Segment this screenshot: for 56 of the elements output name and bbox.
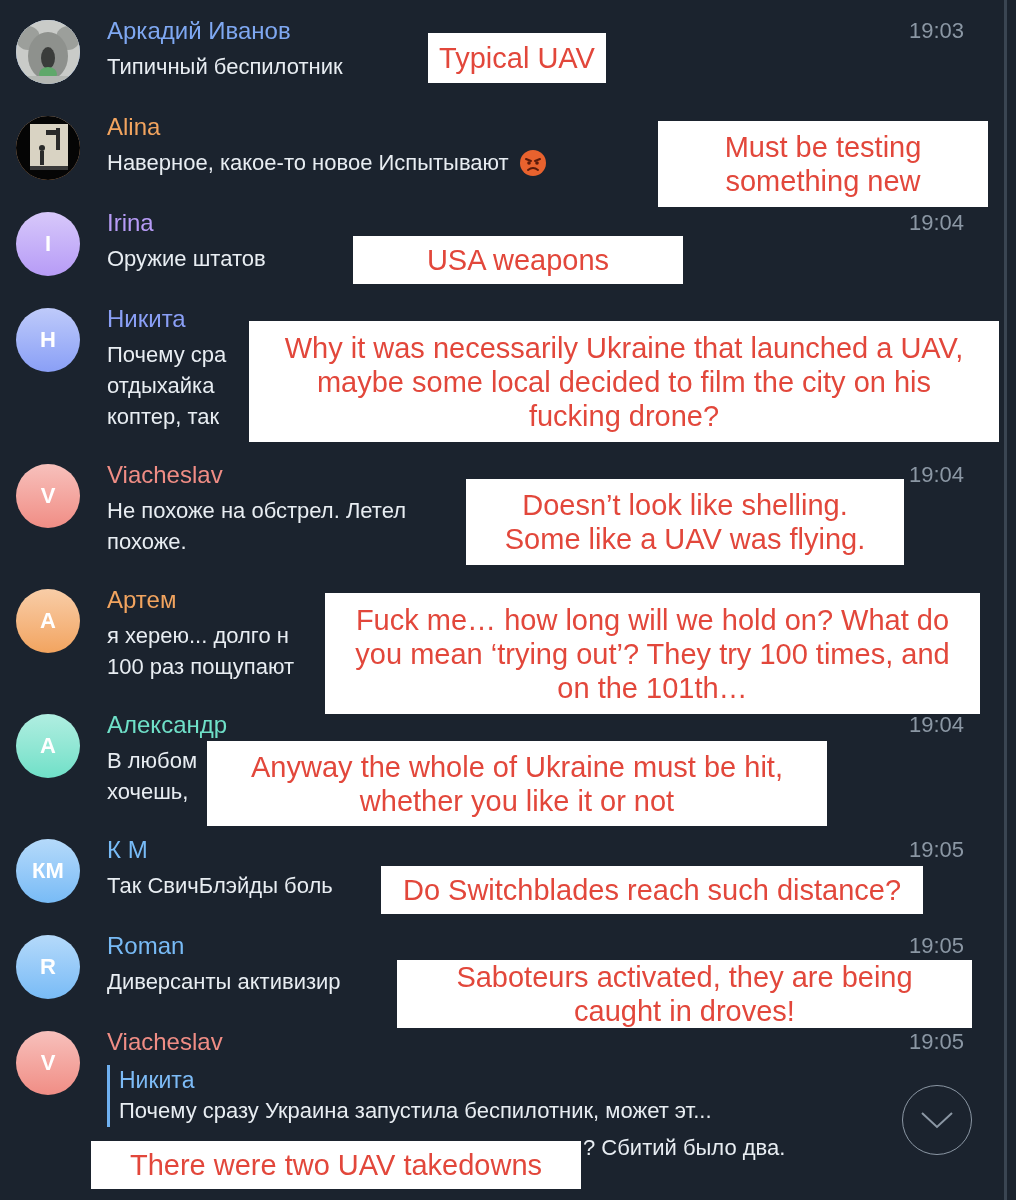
avatar[interactable]: А bbox=[16, 589, 80, 653]
sender-name: Alina bbox=[107, 112, 161, 142]
avatar[interactable]: V bbox=[16, 1031, 80, 1095]
translation-note: USA weapons bbox=[353, 236, 683, 284]
message-text: Почему сра bbox=[107, 341, 227, 369]
sender-name: Irina bbox=[107, 208, 154, 238]
translation-note: Must be testing something new bbox=[658, 121, 988, 207]
message-time: 19:04 bbox=[908, 711, 964, 739]
message-text: Типичный беспилотник bbox=[107, 53, 343, 81]
message-time: 19:04 bbox=[908, 461, 964, 489]
message-text: коптер, так bbox=[107, 403, 220, 431]
message-time: 19:05 bbox=[908, 836, 964, 864]
avatar[interactable]: R bbox=[16, 935, 80, 999]
message-text: В любом bbox=[107, 747, 198, 775]
translation-note: Typical UAV bbox=[428, 33, 606, 83]
sender-name: Аркадий Иванов bbox=[107, 16, 291, 46]
message-text: Оружие штатов bbox=[107, 245, 266, 273]
sender-name: Артем bbox=[107, 585, 177, 615]
angry-emoji-icon bbox=[518, 148, 547, 177]
translation-note: Fuck me… how long will we hold on? What do you mean ‘trying out’? They try 100 times, and on the 101th… bbox=[325, 593, 980, 714]
sender-name: Никита bbox=[107, 304, 186, 334]
message-text: 100 раз пощупают bbox=[107, 653, 294, 681]
message-text: хочешь, bbox=[107, 778, 189, 806]
message-time: 19:03 bbox=[908, 17, 964, 45]
sender-name: Александр bbox=[107, 710, 228, 740]
translation-note: Anyway the whole of Ukraine must be hit, whether you like it or not bbox=[207, 741, 827, 826]
translation-note: Do Switchblades reach such distance? bbox=[381, 866, 923, 914]
message-time: 19:05 bbox=[908, 932, 964, 960]
message-text: Диверсанты активизир bbox=[107, 968, 341, 996]
reply-quote[interactable]: Никита Почему сразу Украина запустила беспилотник, может эт... bbox=[107, 1065, 712, 1127]
message-time: 19:04 bbox=[908, 209, 964, 237]
message-text: Не похоже на обстрел. Летел bbox=[107, 497, 407, 525]
message-text: похоже. bbox=[107, 528, 187, 556]
chevron-down-icon bbox=[920, 1111, 954, 1129]
message-text: Наверное, какое-то новое Испытывают bbox=[107, 149, 509, 177]
sender-name: Viacheslav bbox=[107, 460, 223, 490]
translation-note: Doesn’t look like shelling. Some like a UAV was flying. bbox=[466, 479, 904, 565]
avatar[interactable]: V bbox=[16, 464, 80, 528]
message-text: ? Сбитий было два. bbox=[583, 1134, 786, 1162]
translation-note: Saboteurs activated, they are being caught in droves! bbox=[397, 960, 972, 1028]
translation-note: Why it was necessarily Ukraine that launched a UAV, maybe some local decided to film the city on his fucking drone? bbox=[249, 321, 999, 442]
reply-sender: Никита bbox=[119, 1066, 195, 1095]
message-text: Так СвичБлэйды боль bbox=[107, 872, 333, 900]
avatar[interactable]: I bbox=[16, 212, 80, 276]
avatar[interactable]: КМ bbox=[16, 839, 80, 903]
translation-note: There were two UAV takedowns bbox=[91, 1141, 581, 1189]
sender-name: Roman bbox=[107, 931, 185, 961]
sender-name: К М bbox=[107, 835, 148, 865]
message-text: я херею... долго н bbox=[107, 622, 289, 650]
avatar[interactable]: А bbox=[16, 714, 80, 778]
sender-name: Viacheslav bbox=[107, 1027, 223, 1057]
message-time: 19:05 bbox=[908, 1028, 964, 1056]
message-text: отдыхайка bbox=[107, 372, 215, 400]
reply-text: Почему сразу Украина запустила беспилотник, может эт... bbox=[119, 1097, 712, 1125]
avatar[interactable]: Н bbox=[16, 308, 80, 372]
avatar[interactable] bbox=[16, 20, 80, 84]
